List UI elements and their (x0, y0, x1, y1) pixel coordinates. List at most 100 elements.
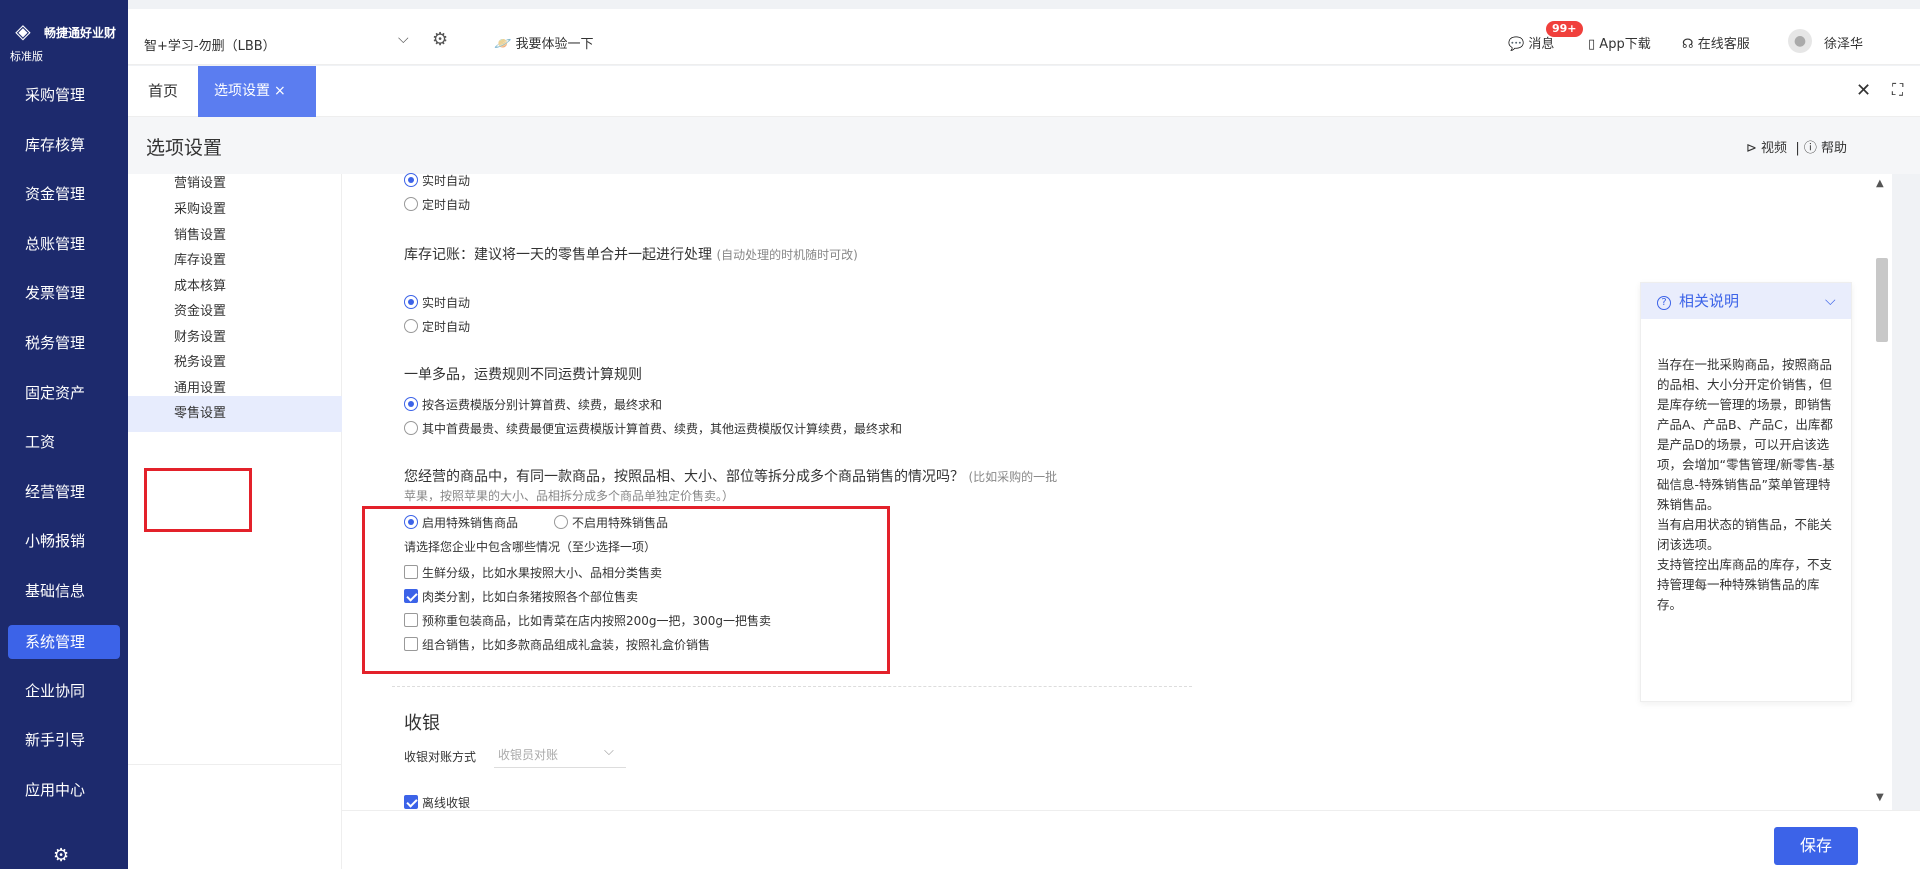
close-icon[interactable]: × (274, 83, 286, 99)
nav-item[interactable]: 库存核算 (0, 121, 128, 171)
app-download-label: App下载 (1599, 37, 1651, 52)
subnav-item[interactable]: 采购设置 (128, 198, 342, 222)
help-link[interactable]: ⓘ 帮助 (1804, 141, 1847, 156)
inventory-hint: (自动处理的时机随时可改) (716, 248, 858, 262)
online-service-label: 在线客服 (1697, 37, 1750, 52)
tab-options-label: 选项设置 (214, 83, 270, 99)
account-selector[interactable]: 智+学习-勿删（LBB） (144, 35, 276, 54)
messages-button[interactable]: 💬 消息 (1508, 33, 1554, 52)
radio-label: 其中首费最贵、续费最便宜运费模版计算首费、续费，其他运费模版仅计算续费，最终求和 (422, 422, 903, 436)
save-button[interactable]: 保存 (1774, 827, 1858, 865)
help-icon: ⓘ (1803, 141, 1821, 156)
nav-item[interactable]: 采购管理 (0, 71, 128, 121)
nav-list: 电商管理采购管理库存核算资金管理总账管理发票管理税务管理固定资产工资经营管理小畅… (0, 44, 128, 815)
tab-bar: 首页 选项设置 × ✕ ⛶ (128, 66, 1920, 117)
highlight-box-subnav (144, 468, 252, 532)
radio-scheduled-1[interactable]: 定时自动 (404, 196, 470, 213)
radio-realtime-1[interactable]: 实时自动 (404, 172, 470, 189)
page-links: ⊳ 视频 | ⓘ 帮助 (1746, 137, 1847, 156)
message-badge: 99+ (1546, 21, 1583, 37)
nav-item[interactable]: 应用中心 (0, 766, 128, 816)
nav-item[interactable]: 发票管理 (0, 269, 128, 319)
subnav-item[interactable]: 库存设置 (128, 249, 342, 273)
reconcile-select[interactable]: 收银员对账 ⌵ (494, 742, 626, 768)
nav-item[interactable]: 总账管理 (0, 220, 128, 270)
radio-freight-sum[interactable]: 按各运费模版分别计算首费、续费，最终求和 (404, 396, 662, 413)
play-icon: ⊳ (1746, 141, 1762, 156)
scroll-down-icon[interactable]: ▼ (1876, 792, 1884, 803)
subnav-item[interactable]: 营销设置 (128, 172, 342, 196)
video-link[interactable]: ⊳ 视频 (1746, 141, 1787, 156)
avatar[interactable]: ● (1788, 29, 1812, 53)
radio-icon (404, 173, 418, 187)
checkbox-offline-cashier[interactable]: 离线收银 (404, 794, 470, 811)
subnav-item[interactable]: 资金设置 (128, 300, 342, 324)
related-notes-panel: ? 相关说明 ⌵ 当存在一批采购商品，按照商品的品相、大小分开定价销售，但是库存统… (1640, 282, 1852, 702)
headset-icon: ☊ (1682, 37, 1698, 52)
subnav-item[interactable]: 税务设置 (128, 351, 342, 375)
radio-label: 实时自动 (422, 174, 471, 188)
video-label: 视频 (1761, 141, 1788, 156)
radio-icon (404, 295, 418, 309)
user-name[interactable]: 徐泽华 (1824, 33, 1863, 52)
close-all-tabs-icon[interactable]: ✕ (1856, 80, 1871, 101)
online-service-button[interactable]: ☊ 在线客服 (1682, 33, 1750, 52)
subnav-item[interactable]: 成本核算 (128, 275, 342, 299)
nav-item[interactable]: 基础信息 (0, 567, 128, 617)
nav-item[interactable]: 小畅报销 (0, 517, 128, 567)
radio-realtime-2[interactable]: 实时自动 (404, 294, 470, 311)
scroll-thumb[interactable] (1876, 258, 1888, 342)
page-header: 选项设置 ⊳ 视频 | ⓘ 帮助 (128, 117, 1920, 174)
split-hint-2: 苹果，按照苹果的大小、品相拆分成多个商品单独定价售卖。） (404, 489, 735, 503)
radio-label: 定时自动 (422, 198, 471, 212)
subnav-item[interactable]: 销售设置 (128, 224, 342, 248)
nav-item[interactable]: 工资 (0, 418, 128, 468)
checkbox-icon (404, 795, 418, 809)
nav-item[interactable]: 企业协同 (0, 667, 128, 717)
nav-item[interactable]: 资金管理 (0, 170, 128, 220)
related-notes-body: 当存在一批采购商品，按照商品的品相、大小分开定价销售，但是库存统一管理的场景，即… (1657, 357, 1835, 612)
brand-logo-icon: ◈ (15, 19, 31, 43)
radio-icon (404, 319, 418, 333)
radio-scheduled-2[interactable]: 定时自动 (404, 318, 470, 335)
scroll-up-icon[interactable]: ▲ (1876, 178, 1884, 189)
top-bar: 智+学习-勿删（LBB） ⌵ ⚙ 🪐 我要体验一下 💬 消息 99+ ▯ App下… (128, 9, 1920, 65)
split-title: 您经营的商品中，有同一款商品，按照品相、大小、部位等拆分成多个商品销售的情况吗？ (404, 469, 964, 485)
checkbox-label: 离线收银 (422, 796, 471, 810)
nav-item[interactable]: 固定资产 (0, 369, 128, 419)
reconcile-value: 收银员对账 (498, 748, 559, 762)
radio-icon (404, 397, 418, 411)
nav-item[interactable]: 税务管理 (0, 319, 128, 369)
related-notes-title: 相关说明 (1679, 292, 1740, 310)
subnav-item[interactable]: 零售设置 (128, 396, 342, 432)
related-notes-header[interactable]: ? 相关说明 ⌵ (1641, 283, 1851, 319)
radio-icon (404, 197, 418, 211)
radio-label: 实时自动 (422, 296, 471, 310)
tab-options-settings[interactable]: 选项设置 × (198, 66, 316, 117)
settings-icon[interactable]: ⚙ (432, 29, 448, 50)
radio-icon (404, 421, 418, 435)
tab-home[interactable]: 首页 (128, 66, 198, 117)
reconcile-label: 收银对账方式 (404, 750, 477, 764)
radio-label: 按各运费模版分别计算首费、续费，最终求和 (422, 398, 663, 412)
nav-item[interactable]: 系统管理 (8, 624, 120, 659)
radio-freight-max[interactable]: 其中首费最贵、续费最便宜运费模版计算首费、续费，其他运费模版仅计算续费，最终求和 (404, 420, 902, 437)
brand-logo[interactable]: ◈ 畅捷通好业财 标准版 (0, 0, 128, 66)
divider: | (1791, 141, 1804, 156)
split-hint-1: (比如采购的一批 (968, 470, 1058, 484)
nav-item[interactable]: 经营管理 (0, 468, 128, 518)
chevron-down-icon[interactable]: ⌵ (398, 31, 409, 47)
help-label: 帮助 (1820, 141, 1847, 156)
fullscreen-icon[interactable]: ⛶ (1892, 80, 1903, 100)
subnav-item[interactable]: 财务设置 (128, 326, 342, 350)
nav-item[interactable]: 新手引导 (0, 716, 128, 766)
gear-icon[interactable]: ⚙ (53, 845, 69, 866)
try-experience-link[interactable]: 🪐 我要体验一下 (494, 33, 593, 52)
footer-bar: 保存 (342, 810, 1920, 869)
content-scrollbar[interactable]: ▲ ▼ (1872, 174, 1892, 810)
app-download-button[interactable]: ▯ App下载 (1588, 33, 1651, 52)
question-icon: ? (1657, 296, 1671, 310)
chevron-down-icon: ⌵ (604, 744, 614, 759)
planet-icon: 🪐 (494, 36, 512, 52)
chevron-down-icon[interactable]: ⌵ (1825, 283, 1836, 319)
